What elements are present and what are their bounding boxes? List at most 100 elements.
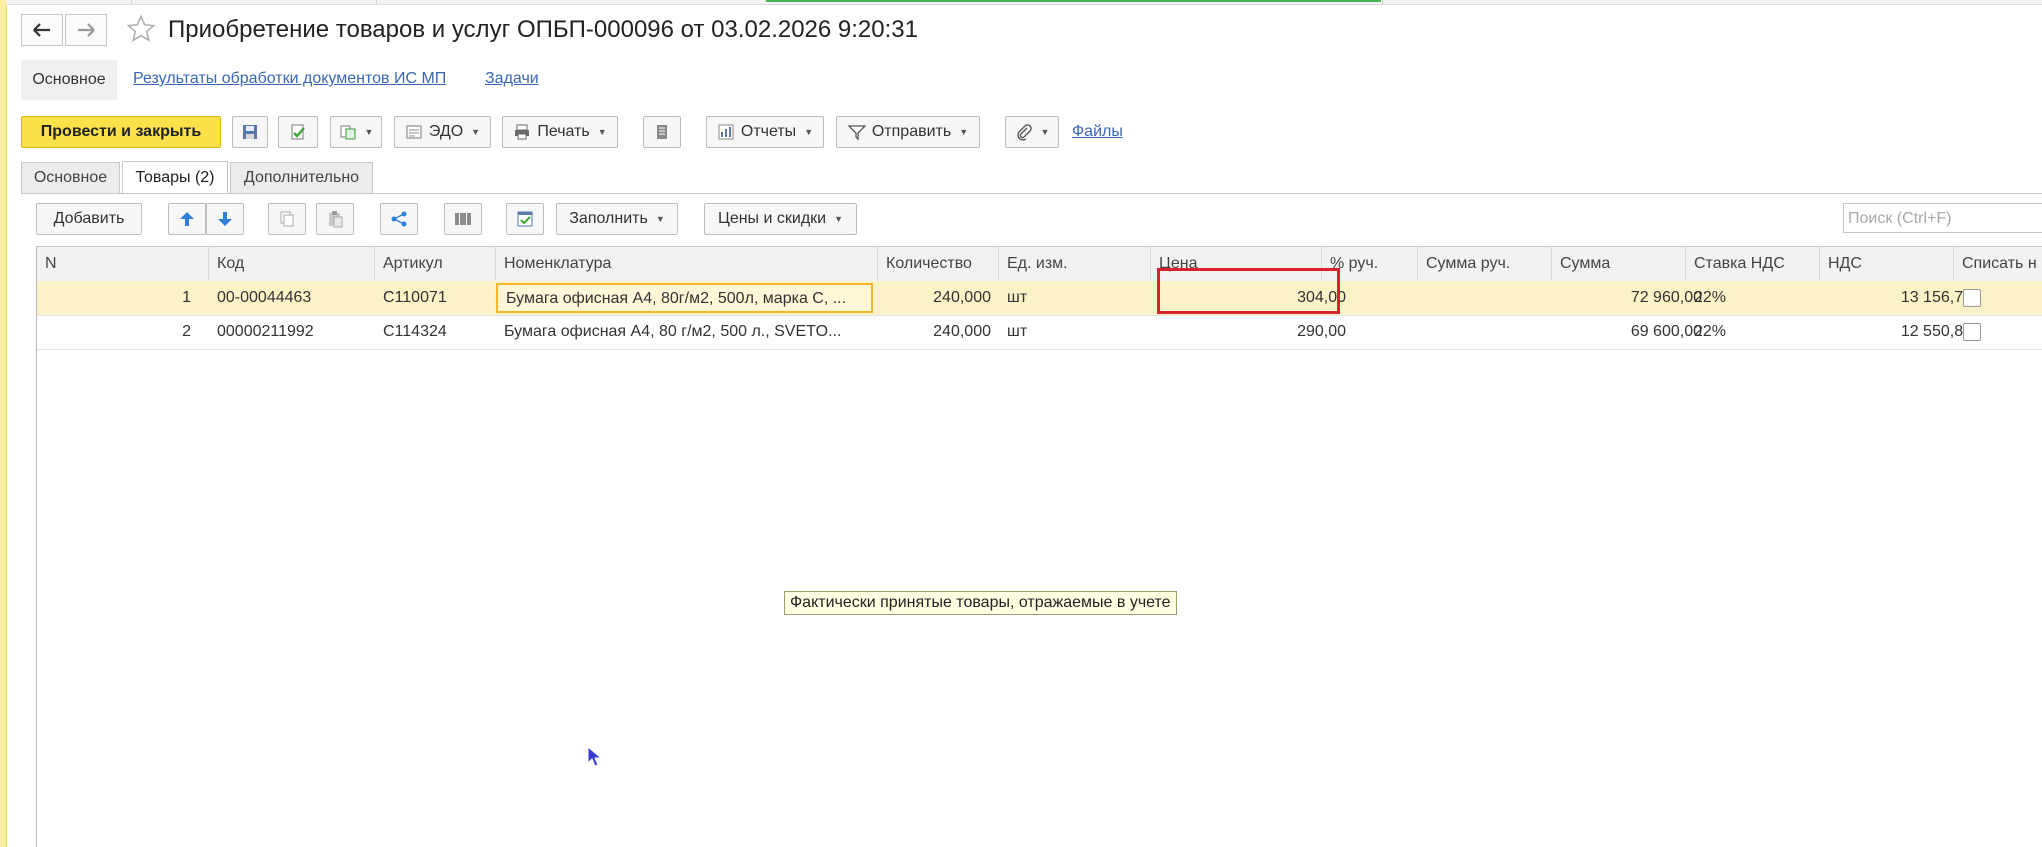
cell-vat[interactable]: 12 550,82 [1820, 315, 1980, 349]
column-header-unit[interactable]: Ед. изм. [999, 247, 1151, 281]
subnav-link-tasks[interactable]: Задачи [485, 70, 539, 88]
create-based-on-button[interactable]: ▼ [330, 116, 382, 148]
send-menu-button[interactable]: Отправить ▼ [836, 116, 980, 148]
tab-additional[interactable]: Дополнительно [230, 162, 373, 193]
chevron-down-icon: ▼ [471, 127, 481, 137]
move-up-button[interactable] [168, 203, 206, 235]
writeoff-checkbox[interactable] [1963, 289, 1981, 307]
paste-icon [329, 211, 343, 228]
favorite-star-icon[interactable] [126, 14, 156, 44]
chevron-down-icon: ▼ [959, 127, 969, 137]
cell-quantity[interactable]: 240,000 [878, 315, 999, 349]
mouse-cursor-icon [587, 746, 603, 767]
cell-manual-percent[interactable] [1354, 281, 1418, 315]
tabs-baseline [21, 193, 2042, 194]
add-row-button[interactable]: Добавить [36, 203, 142, 235]
send-icon [847, 125, 866, 141]
table-row[interactable]: 2 00000211992 С114324 Бумага офисная А4,… [37, 315, 2042, 350]
share-button[interactable] [380, 203, 418, 235]
column-header-vat-rate[interactable]: Ставка НДС [1686, 247, 1820, 281]
pick-goods-button[interactable] [506, 203, 544, 235]
subnav-link-ismp-results[interactable]: Результаты обработки документов ИС МП [133, 70, 446, 88]
cell-manual-percent[interactable] [1354, 315, 1418, 349]
edo-label: ЭДО [428, 123, 464, 140]
fill-label: Заполнить [569, 210, 648, 227]
edo-icon [406, 125, 422, 139]
cell-article[interactable]: С110071 [375, 281, 496, 315]
save-icon [243, 125, 257, 139]
column-header-article[interactable]: Артикул [375, 247, 496, 281]
edo-menu-button[interactable]: ЭДО ▼ [394, 116, 491, 148]
column-header-quantity[interactable]: Количество [878, 247, 999, 281]
subnav-main[interactable]: Основное [21, 60, 117, 100]
document-structure-icon [657, 125, 667, 139]
forward-button[interactable] [65, 14, 107, 46]
search-input[interactable]: Поиск (Ctrl+F) [1843, 203, 2042, 233]
arrow-right-icon [78, 23, 95, 37]
prices-discounts-menu-button[interactable]: Цены и скидки ▼ [704, 203, 857, 235]
paperclip-icon [1016, 124, 1032, 141]
arrow-up-icon [180, 212, 194, 226]
page-title: Приобретение товаров и услуг ОПБП-000096… [168, 16, 918, 43]
post-button[interactable] [278, 116, 318, 148]
back-button[interactable] [21, 14, 63, 46]
save-button[interactable] [232, 116, 268, 148]
files-link[interactable]: Файлы [1072, 123, 1123, 141]
paste-row-button[interactable] [316, 203, 354, 235]
column-header-manual-sum[interactable]: Сумма руч. [1418, 247, 1552, 281]
chevron-down-icon: ▼ [1040, 127, 1050, 137]
cell-price[interactable]: 290,00 [1151, 315, 1354, 349]
attachments-menu-button[interactable]: ▼ [1005, 116, 1059, 148]
chevron-down-icon: ▼ [804, 127, 814, 137]
fill-menu-button[interactable]: Заполнить ▼ [556, 203, 678, 235]
column-header-code[interactable]: Код [209, 247, 375, 281]
cell-code[interactable]: 00-00044463 [209, 281, 375, 315]
cell-nomenclature[interactable]: Бумага офисная А4, 80 г/м2, 500 л., SVET… [496, 315, 873, 349]
column-header-sum[interactable]: Сумма [1552, 247, 1686, 281]
cell-code[interactable]: 00000211992 [209, 315, 375, 349]
copy-row-button[interactable] [268, 203, 306, 235]
arrow-down-icon [218, 212, 232, 226]
copy-icon [280, 211, 294, 227]
window-tabs-strip [6, 0, 2042, 5]
create-based-on-icon [340, 125, 356, 140]
send-label: Отправить [871, 123, 952, 140]
column-header-n[interactable]: N [37, 247, 209, 281]
structure-button[interactable] [643, 116, 681, 148]
post-and-close-button[interactable]: Провести и закрыть [21, 116, 221, 148]
selection-icon [517, 211, 533, 227]
chevron-down-icon: ▼ [364, 127, 374, 137]
tab-goods[interactable]: Товары (2) [122, 161, 228, 193]
reports-menu-button[interactable]: Отчеты ▼ [706, 116, 824, 148]
table-row[interactable]: 1 00-00044463 С110071 Бумага офисная А4,… [37, 281, 2042, 316]
prices-discounts-label: Цены и скидки [717, 210, 827, 227]
cell-vat[interactable]: 13 156,72 [1820, 281, 1980, 315]
cell-article[interactable]: С114324 [375, 315, 496, 349]
column-header-vat[interactable]: НДС [1820, 247, 1954, 281]
cell-n[interactable]: 2 [37, 315, 199, 349]
cell-manual-sum[interactable] [1418, 315, 1552, 349]
table-header: N Код Артикул Номенклатура Количество Ед… [37, 247, 2042, 282]
price-highlight-box [1157, 268, 1340, 314]
cell-n[interactable]: 1 [37, 281, 199, 315]
print-menu-button[interactable]: Печать ▼ [502, 116, 618, 148]
cell-quantity[interactable]: 240,000 [878, 281, 999, 315]
tooltip: Фактически принятые товары, отражаемые в… [784, 591, 1177, 615]
column-header-nomenclature[interactable]: Номенклатура [496, 247, 878, 281]
move-down-button[interactable] [206, 203, 244, 235]
cell-unit[interactable]: шт [999, 315, 1151, 349]
cell-nomenclature[interactable]: Бумага офисная А4, 80г/м2, 500л, марка С… [496, 283, 873, 313]
tab-main[interactable]: Основное [21, 162, 120, 193]
reports-label: Отчеты [740, 123, 797, 140]
barcode-icon [455, 213, 471, 225]
cell-manual-sum[interactable] [1418, 281, 1552, 315]
cell-vat-rate[interactable]: 22% [1686, 281, 1820, 315]
writeoff-checkbox[interactable] [1963, 323, 1981, 341]
printer-icon [515, 124, 530, 140]
post-document-icon [291, 124, 305, 140]
barcode-button[interactable] [444, 203, 482, 235]
column-header-writeoff[interactable]: Списать н [1954, 247, 2042, 281]
cell-unit[interactable]: шт [999, 281, 1151, 315]
print-label: Печать [537, 123, 590, 140]
cell-vat-rate[interactable]: 22% [1686, 315, 1820, 349]
